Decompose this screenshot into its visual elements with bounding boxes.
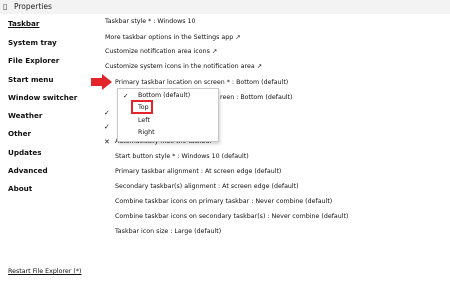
customize-system-icons-link[interactable]: Customize system icons in the notificati…: [105, 62, 262, 72]
customize-notification-icons-link[interactable]: Customize notification area icons ↗: [105, 47, 217, 57]
combine-primary-option[interactable]: Combine taskbar icons on primary taskbar…: [115, 197, 332, 207]
primary-taskbar-alignment-option[interactable]: Primary taskbar alignment : At screen ed…: [115, 167, 281, 177]
checkbox-cross-icon[interactable]: ✕: [104, 137, 110, 147]
location-dropdown-menu: ✓ Bottom (default) Top Left Right: [117, 88, 219, 142]
restart-file-explorer-link[interactable]: Restart File Explorer (*): [8, 267, 81, 277]
secondary-taskbar-location-option[interactable]: reen : Bottom (default): [220, 93, 292, 103]
sidebar-item-weather[interactable]: Weather: [8, 110, 42, 122]
sidebar-item-start-menu[interactable]: Start menu: [8, 74, 54, 86]
sidebar-item-advanced[interactable]: Advanced: [8, 165, 48, 177]
taskbar-icon-size-option[interactable]: Taskbar icon size : Large (default): [115, 227, 221, 237]
selected-check-icon: ✓: [123, 92, 129, 100]
app-icon: ▯: [3, 2, 8, 11]
dropdown-item-left[interactable]: Left: [138, 116, 150, 126]
secondary-taskbar-alignment-option[interactable]: Secondary taskbar(s) alignment : At scre…: [115, 182, 299, 192]
sidebar-item-other[interactable]: Other: [8, 128, 31, 140]
sidebar-item-system-tray[interactable]: System tray: [8, 37, 57, 49]
sidebar: Taskbar System tray File Explorer Start …: [0, 14, 100, 285]
checkbox-check-icon[interactable]: ✓: [104, 108, 110, 118]
red-arrow-pointer-icon: [91, 74, 112, 90]
more-taskbar-options-link[interactable]: More taskbar options in the Settings app…: [105, 33, 241, 43]
sidebar-item-window-switcher[interactable]: Window switcher: [8, 92, 77, 104]
sidebar-item-about[interactable]: About: [8, 183, 32, 195]
primary-taskbar-location-option[interactable]: Primary taskbar location on screen * : B…: [115, 78, 288, 88]
start-button-style-option[interactable]: Start button style * : Windows 10 (defau…: [115, 152, 249, 162]
window-title: Properties: [14, 2, 52, 11]
sidebar-item-taskbar[interactable]: Taskbar: [8, 18, 39, 30]
checkbox-check-icon[interactable]: ✓: [104, 122, 110, 132]
combine-secondary-option[interactable]: Combine taskbar icons on secondary taskb…: [115, 212, 348, 222]
dropdown-item-right[interactable]: Right: [138, 128, 155, 138]
highlight-box: [131, 100, 153, 114]
sidebar-item-updates[interactable]: Updates: [8, 147, 42, 159]
title-bar: ▯ Properties: [0, 0, 450, 14]
sidebar-item-file-explorer[interactable]: File Explorer: [8, 55, 59, 67]
taskbar-style-option[interactable]: Taskbar style * : Windows 10: [105, 17, 196, 27]
